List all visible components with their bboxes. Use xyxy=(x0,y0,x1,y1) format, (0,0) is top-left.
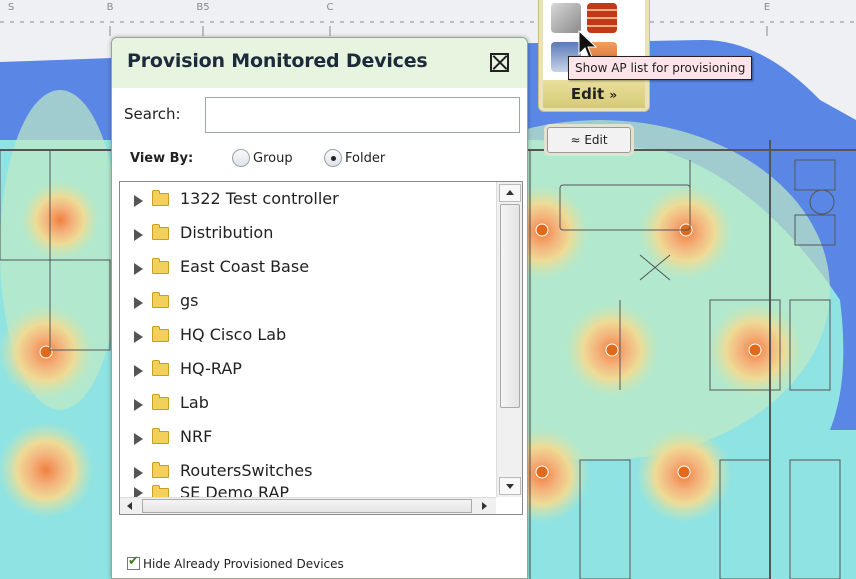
tree-item-label: NRF xyxy=(180,427,213,446)
search-label: Search: xyxy=(124,105,181,123)
dialog-title: Provision Monitored Devices xyxy=(127,50,428,72)
group-radio[interactable] xyxy=(232,149,250,167)
tree-item-label: HQ Cisco Lab xyxy=(180,325,287,344)
tree-item-label: 1322 Test controller xyxy=(180,189,339,208)
wall-icon[interactable] xyxy=(587,3,617,33)
expand-icon[interactable] xyxy=(134,229,143,241)
expand-icon[interactable] xyxy=(134,433,143,445)
tree-item-label: HQ-RAP xyxy=(180,359,242,378)
scroll-up-button[interactable] xyxy=(499,184,521,202)
search-input[interactable] xyxy=(205,97,520,133)
chevron-down-icon: » xyxy=(609,88,618,102)
expand-icon[interactable] xyxy=(134,195,143,207)
tree-item[interactable]: NRF xyxy=(120,422,492,456)
tree-item-label: Lab xyxy=(180,393,209,412)
horizontal-scrollbar[interactable] xyxy=(120,497,496,514)
edit-label: Edit xyxy=(570,85,605,103)
edit-button-label: Edit xyxy=(584,133,608,147)
chevron-up-icon: ≈ xyxy=(570,133,585,147)
hide-provisioned-checkbox[interactable] xyxy=(127,554,140,570)
tree-item[interactable]: HQ Cisco Lab xyxy=(120,320,492,354)
tree-item-label: Distribution xyxy=(180,223,274,242)
ap-list-icon[interactable] xyxy=(551,3,581,33)
arrow-left-icon[interactable] xyxy=(127,502,132,510)
close-icon[interactable] xyxy=(490,53,509,72)
folder-icon xyxy=(152,292,169,308)
tree-item-label: RoutersSwitches xyxy=(180,461,313,480)
scroll-down-button[interactable] xyxy=(499,477,521,495)
expand-icon[interactable] xyxy=(134,297,143,309)
horizontal-scroll-thumb[interactable] xyxy=(142,499,472,513)
edit-button[interactable]: ≈ Edit xyxy=(547,127,631,153)
arrow-up-icon xyxy=(506,190,514,195)
tooltip: Show AP list for provisioning xyxy=(568,56,753,80)
folder-icon xyxy=(152,190,169,206)
folder-icon xyxy=(152,258,169,274)
provision-dialog: Provision Monitored Devices Search: View… xyxy=(111,37,528,579)
expand-icon[interactable] xyxy=(134,263,143,275)
expand-icon[interactable] xyxy=(134,365,143,377)
column-marker: C xyxy=(326,2,334,13)
column-marker: E xyxy=(763,2,771,13)
tree-item-label: gs xyxy=(180,291,199,310)
tree-item[interactable]: gs xyxy=(120,286,492,320)
folder-tree[interactable]: 1322 Test controller Distribution East C… xyxy=(119,181,523,515)
vertical-scrollbar[interactable] xyxy=(496,182,522,497)
folder-icon xyxy=(152,462,169,478)
arrow-down-icon xyxy=(506,484,514,489)
expand-icon[interactable] xyxy=(134,331,143,343)
expand-icon[interactable] xyxy=(134,399,143,411)
arrow-right-icon[interactable] xyxy=(482,502,487,510)
tree-item[interactable]: Lab xyxy=(120,388,492,422)
tree-item[interactable]: 1322 Test controller xyxy=(120,184,492,218)
hide-provisioned-label: Hide Already Provisioned Devices xyxy=(143,557,344,571)
tree-item[interactable]: East Coast Base xyxy=(120,252,492,286)
tree-item[interactable]: SE Demo RAP xyxy=(120,484,492,498)
folder-icon xyxy=(152,326,169,342)
tree-item-label: East Coast Base xyxy=(180,257,310,276)
vertical-scroll-thumb[interactable] xyxy=(500,204,520,408)
folder-icon xyxy=(152,428,169,444)
folder-icon xyxy=(152,394,169,410)
view-by-label: View By: xyxy=(130,151,194,166)
tree-item[interactable]: HQ-RAP xyxy=(120,354,492,388)
column-marker: S xyxy=(7,2,15,13)
folder-icon xyxy=(152,224,169,240)
folder-icon xyxy=(152,360,169,376)
group-radio-label: Group xyxy=(253,151,293,166)
expand-icon[interactable] xyxy=(134,467,143,479)
folder-radio-label: Folder xyxy=(345,151,386,166)
dialog-header: Provision Monitored Devices xyxy=(112,38,527,88)
folder-radio[interactable] xyxy=(324,149,342,167)
edit-toggle[interactable]: Edit » xyxy=(543,80,645,108)
tree-item[interactable]: Distribution xyxy=(120,218,492,252)
tree-item-label: SE Demo RAP xyxy=(180,484,290,498)
column-marker: B xyxy=(106,2,114,13)
column-marker: B5 xyxy=(196,2,210,13)
